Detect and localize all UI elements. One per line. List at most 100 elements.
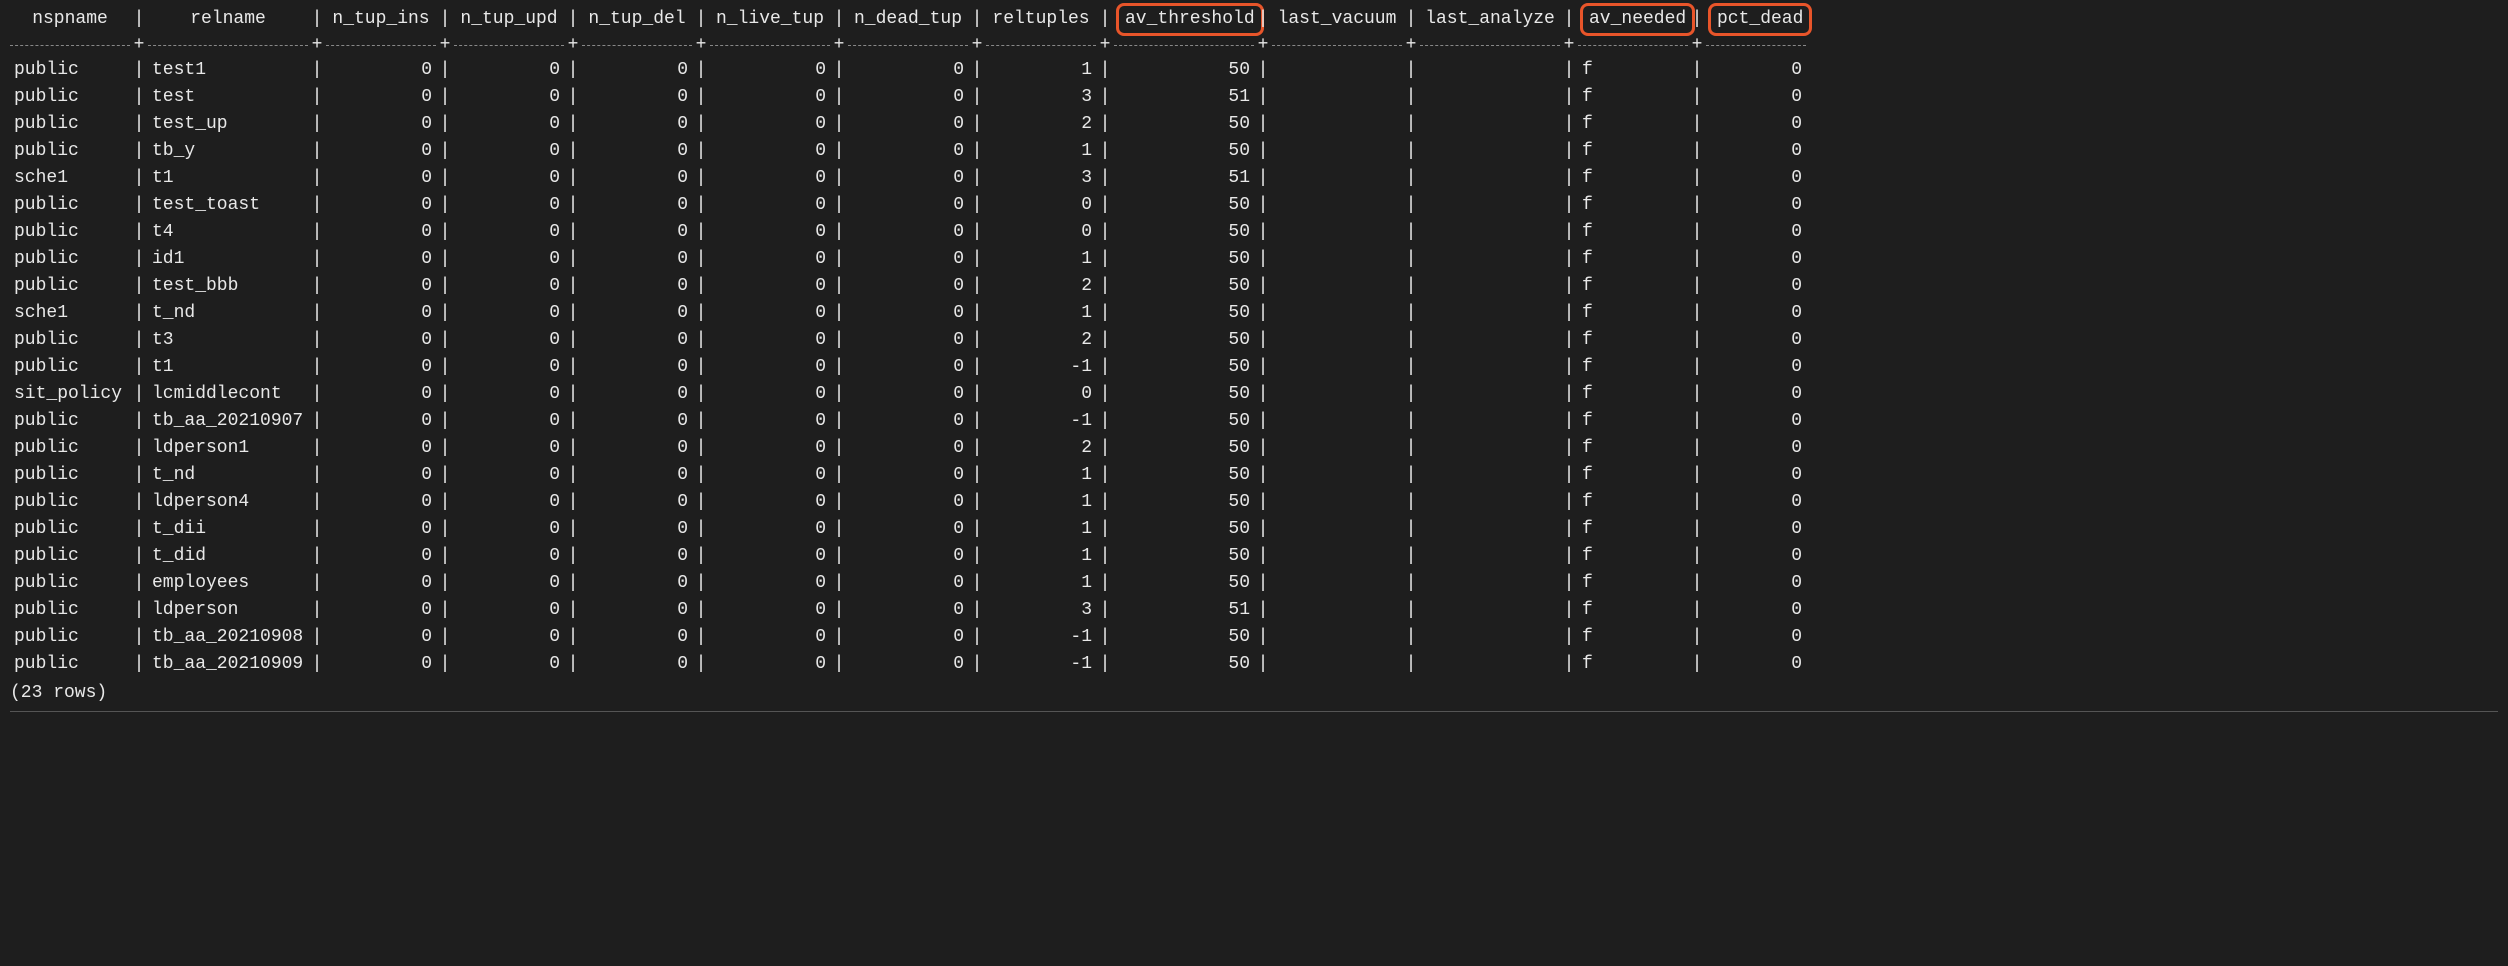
table-row: public|test1|0|0|0|0|0|1|50|||f|0	[10, 57, 2498, 84]
column-separator: |	[564, 138, 582, 165]
column-separator: |	[1254, 84, 1272, 111]
cell-n_tup_ins: 0	[326, 462, 436, 489]
column-separator: |	[1096, 381, 1114, 408]
column-separator: |	[564, 435, 582, 462]
column-separator: |	[564, 624, 582, 651]
column-separator: |	[692, 327, 710, 354]
column-separator: |	[1402, 624, 1420, 651]
column-separator: |	[130, 246, 148, 273]
cell-n_live_tup: 0	[710, 543, 830, 570]
column-separator: |	[130, 273, 148, 300]
column-separator: |	[436, 327, 454, 354]
divider-plus: +	[1560, 32, 1578, 59]
column-separator: |	[1402, 354, 1420, 381]
cell-nspname: public	[10, 138, 130, 165]
divider-dash	[1420, 45, 1560, 46]
cell-pct_dead: 0	[1706, 192, 1806, 219]
cell-n_live_tup: 0	[710, 192, 830, 219]
cell-n_dead_tup: 0	[848, 489, 968, 516]
cell-n_tup_del: 0	[582, 273, 692, 300]
table-row: public|t3|0|0|0|0|0|2|50|||f|0	[10, 327, 2498, 354]
cell-pct_dead: 0	[1706, 57, 1806, 84]
column-separator: |	[830, 192, 848, 219]
cell-av_threshold: 50	[1114, 111, 1254, 138]
column-separator: |	[830, 273, 848, 300]
cell-n_tup_del: 0	[582, 57, 692, 84]
column-separator: |	[1096, 516, 1114, 543]
cell-n_dead_tup: 0	[848, 246, 968, 273]
highlight-box-pct_dead: pct_dead	[1708, 3, 1812, 36]
table-row: public|ldperson4|0|0|0|0|0|1|50|||f|0	[10, 489, 2498, 516]
cell-relname: employees	[148, 570, 308, 597]
divider-plus: +	[564, 32, 582, 59]
cell-relname: test_toast	[148, 192, 308, 219]
cell-relname: t1	[148, 165, 308, 192]
divider-plus: +	[130, 32, 148, 59]
table-divider: ++++++++++++	[10, 33, 2498, 57]
cell-nspname: public	[10, 84, 130, 111]
cell-n_tup_upd: 0	[454, 516, 564, 543]
cell-n_tup_del: 0	[582, 84, 692, 111]
cell-av_needed: f	[1578, 57, 1688, 84]
column-separator: |	[830, 597, 848, 624]
terminal-output[interactable]: nspname|relname|n_tup_ins|n_tup_upd|n_tu…	[0, 0, 2508, 722]
column-separator: |	[436, 354, 454, 381]
cell-n_tup_ins: 0	[326, 138, 436, 165]
cell-nspname: public	[10, 597, 130, 624]
column-separator: |	[308, 408, 326, 435]
column-separator: |	[1254, 219, 1272, 246]
column-separator: |	[1096, 165, 1114, 192]
cell-n_dead_tup: 0	[848, 138, 968, 165]
column-separator: |	[1402, 570, 1420, 597]
column-separator: |	[830, 138, 848, 165]
cell-n_tup_ins: 0	[326, 651, 436, 678]
cell-n_tup_upd: 0	[454, 246, 564, 273]
column-separator: |	[436, 570, 454, 597]
column-separator: |	[308, 651, 326, 678]
cell-nspname: sche1	[10, 300, 130, 327]
column-separator: |	[692, 300, 710, 327]
cell-reltuples: 1	[986, 246, 1096, 273]
cell-n_dead_tup: 0	[848, 543, 968, 570]
cell-pct_dead: 0	[1706, 435, 1806, 462]
table-row: public|employees|0|0|0|0|0|1|50|||f|0	[10, 570, 2498, 597]
column-separator: |	[830, 219, 848, 246]
column-separator: |	[1402, 111, 1420, 138]
cell-n_tup_del: 0	[582, 570, 692, 597]
column-separator: |	[1688, 570, 1706, 597]
column-separator: |	[1402, 165, 1420, 192]
column-separator: |	[1254, 408, 1272, 435]
cell-nspname: public	[10, 489, 130, 516]
cell-av_needed: f	[1578, 624, 1688, 651]
row-count-footer: (23 rows)	[10, 678, 2498, 707]
cell-n_tup_del: 0	[582, 192, 692, 219]
cell-av_threshold: 50	[1114, 489, 1254, 516]
table-row: sit_policy|lcmiddlecont|0|0|0|0|0|0|50||…	[10, 381, 2498, 408]
column-separator: |	[436, 246, 454, 273]
column-separator: |	[308, 246, 326, 273]
divider-plus: +	[1688, 32, 1706, 59]
cell-n_live_tup: 0	[710, 246, 830, 273]
column-separator: |	[1560, 516, 1578, 543]
cell-av_needed: f	[1578, 327, 1688, 354]
column-separator: |	[968, 219, 986, 246]
cell-n_dead_tup: 0	[848, 273, 968, 300]
cell-pct_dead: 0	[1706, 219, 1806, 246]
cell-reltuples: 2	[986, 111, 1096, 138]
column-separator: |	[564, 273, 582, 300]
cell-n_tup_ins: 0	[326, 516, 436, 543]
cell-n_live_tup: 0	[710, 435, 830, 462]
column-separator: |	[436, 57, 454, 84]
cell-relname: t1	[148, 354, 308, 381]
column-separator: |	[1402, 327, 1420, 354]
cell-n_dead_tup: 0	[848, 624, 968, 651]
column-separator: |	[308, 381, 326, 408]
divider-plus: +	[1402, 32, 1420, 59]
column-header-n_tup_upd: n_tup_upd	[454, 6, 564, 33]
cell-n_tup_del: 0	[582, 597, 692, 624]
cell-n_tup_upd: 0	[454, 408, 564, 435]
cell-n_tup_upd: 0	[454, 435, 564, 462]
column-separator: |	[1560, 6, 1578, 33]
column-separator: |	[1560, 543, 1578, 570]
column-separator: |	[130, 489, 148, 516]
